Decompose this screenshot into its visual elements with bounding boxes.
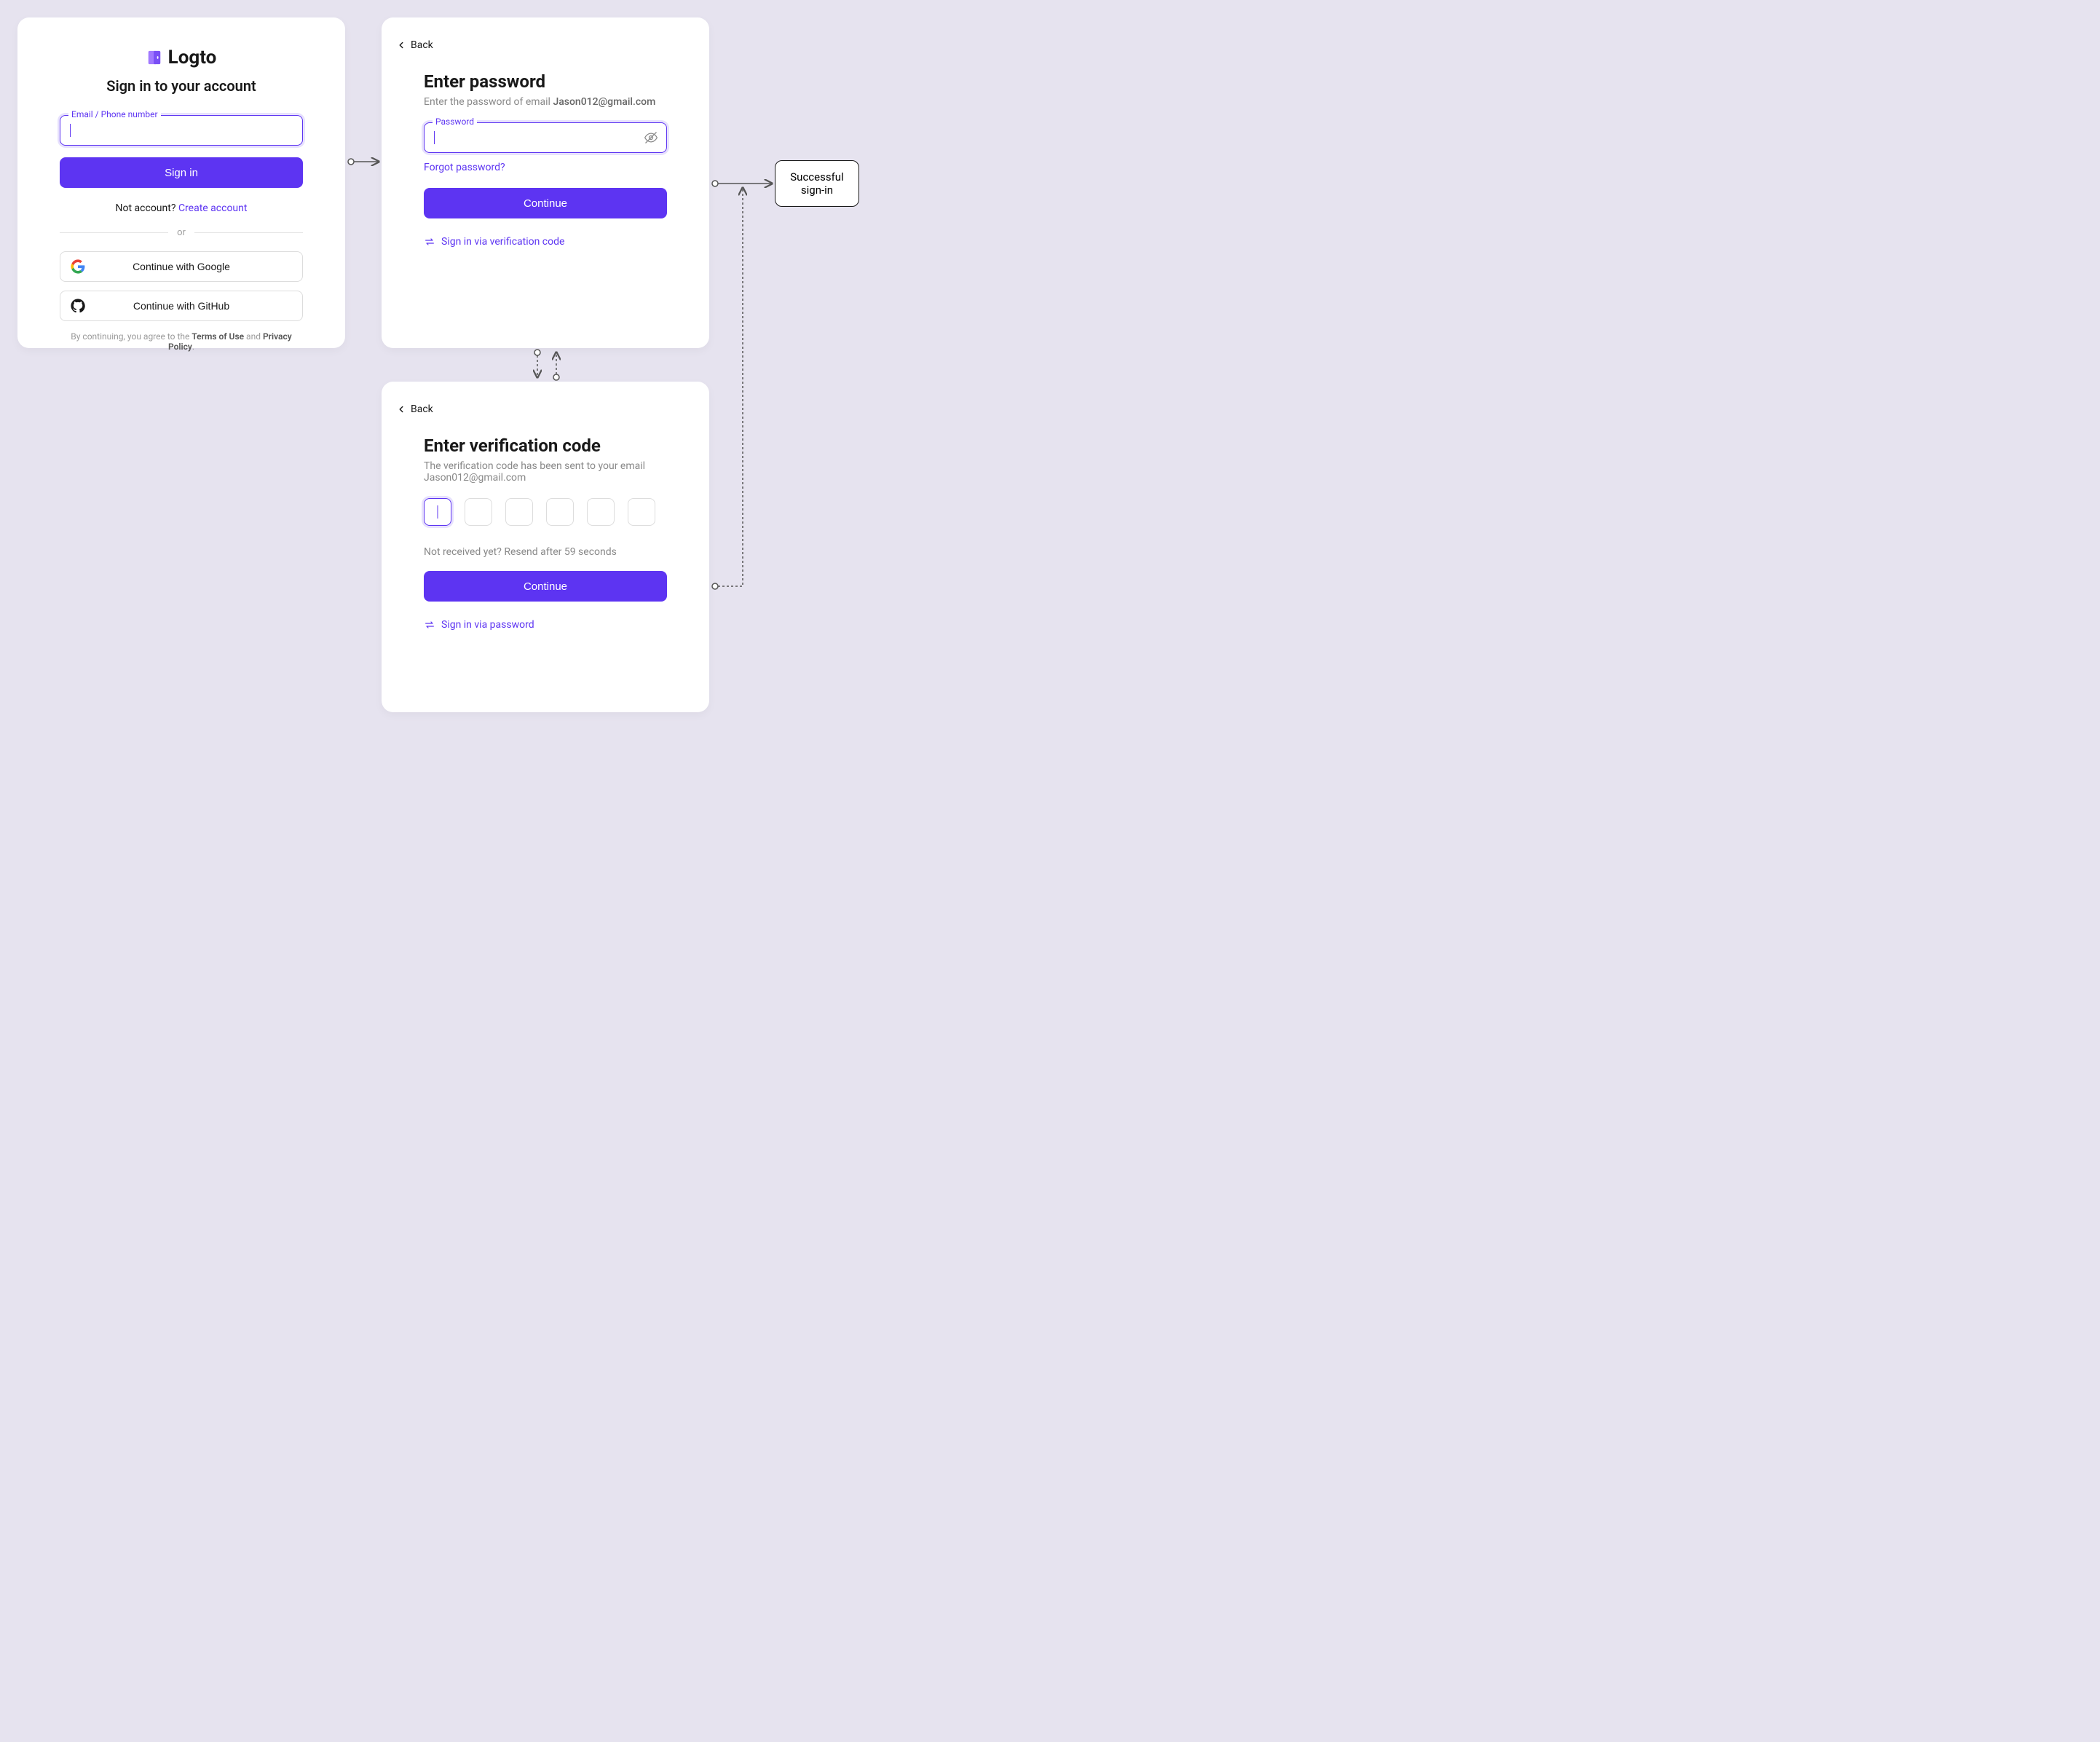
password-label: Password xyxy=(433,117,477,127)
signin-via-code-link[interactable]: Sign in via verification code xyxy=(424,236,667,248)
chevron-left-icon xyxy=(396,40,406,50)
password-card: Back Enter password Enter the password o… xyxy=(382,17,709,348)
github-label: Continue with GitHub xyxy=(133,300,229,312)
identifier-field-wrap: Email / Phone number xyxy=(60,115,303,146)
brand-name: Logto xyxy=(168,47,217,68)
arrow-verify-to-result xyxy=(711,184,754,591)
swap-icon xyxy=(424,236,435,248)
verify-email: Jason012@gmail.com xyxy=(424,472,526,484)
back-label: Back xyxy=(411,403,433,415)
legal-text: By continuing, you agree to the Terms of… xyxy=(60,331,303,352)
text-cursor-icon xyxy=(70,124,71,137)
result-node: Successful sign-in xyxy=(775,160,859,207)
code-digit-5[interactable] xyxy=(587,498,615,526)
create-account-link[interactable]: Create account xyxy=(178,202,248,214)
arrow-signin-to-password xyxy=(347,157,382,166)
code-digit-6[interactable] xyxy=(628,498,655,526)
password-subtitle: Enter the password of email Jason012@gma… xyxy=(424,96,667,108)
back-label: Back xyxy=(411,39,433,51)
verify-subtitle: The verification code has been sent to y… xyxy=(424,460,667,484)
signin-card: Logto Sign in to your account Email / Ph… xyxy=(17,17,345,348)
back-button[interactable]: Back xyxy=(396,39,667,51)
password-continue-button[interactable]: Continue xyxy=(424,188,667,218)
text-cursor-icon xyxy=(434,131,435,144)
verify-continue-button[interactable]: Continue xyxy=(424,571,667,602)
signin-button[interactable]: Sign in xyxy=(60,157,303,188)
alt-link-label: Sign in via password xyxy=(441,619,534,631)
identifier-label: Email / Phone number xyxy=(68,109,161,119)
password-email: Jason012@gmail.com xyxy=(553,96,655,108)
back-button[interactable]: Back xyxy=(396,403,667,415)
eye-off-icon[interactable] xyxy=(644,130,658,145)
google-button[interactable]: Continue with Google xyxy=(60,251,303,282)
terms-link[interactable]: Terms of Use xyxy=(192,331,244,342)
resend-text: Not received yet? Resend after 59 second… xyxy=(424,546,667,558)
password-title: Enter password xyxy=(424,71,667,92)
google-icon xyxy=(71,259,85,274)
no-account-text: Not account? xyxy=(116,202,178,214)
result-label: Successful sign-in xyxy=(780,170,854,197)
password-input[interactable] xyxy=(424,122,667,153)
verify-card: Back Enter verification code The verific… xyxy=(382,382,709,712)
signin-title: Sign in to your account xyxy=(60,77,303,95)
chevron-left-icon xyxy=(396,404,406,414)
arrow-password-to-result xyxy=(711,179,775,188)
divider-text: or xyxy=(177,227,186,238)
arrow-password-verify-bidir xyxy=(529,348,565,382)
code-digit-1[interactable] xyxy=(424,498,451,526)
identifier-input[interactable] xyxy=(60,115,303,146)
create-account-row: Not account? Create account xyxy=(60,202,303,214)
logo-row: Logto xyxy=(60,47,303,68)
github-button[interactable]: Continue with GitHub xyxy=(60,291,303,321)
code-digit-2[interactable] xyxy=(465,498,492,526)
divider: or xyxy=(60,227,303,238)
verify-title: Enter verification code xyxy=(424,436,667,456)
code-digit-3[interactable] xyxy=(505,498,533,526)
alt-link-label: Sign in via verification code xyxy=(441,236,564,248)
signin-via-password-link[interactable]: Sign in via password xyxy=(424,619,667,631)
code-inputs-row xyxy=(424,498,667,526)
code-digit-4[interactable] xyxy=(546,498,574,526)
forgot-password-link[interactable]: Forgot password? xyxy=(424,162,667,173)
google-label: Continue with Google xyxy=(133,261,230,272)
password-field-wrap: Password xyxy=(424,122,667,153)
logto-icon xyxy=(146,50,162,66)
github-icon xyxy=(71,299,85,313)
swap-icon xyxy=(424,619,435,631)
